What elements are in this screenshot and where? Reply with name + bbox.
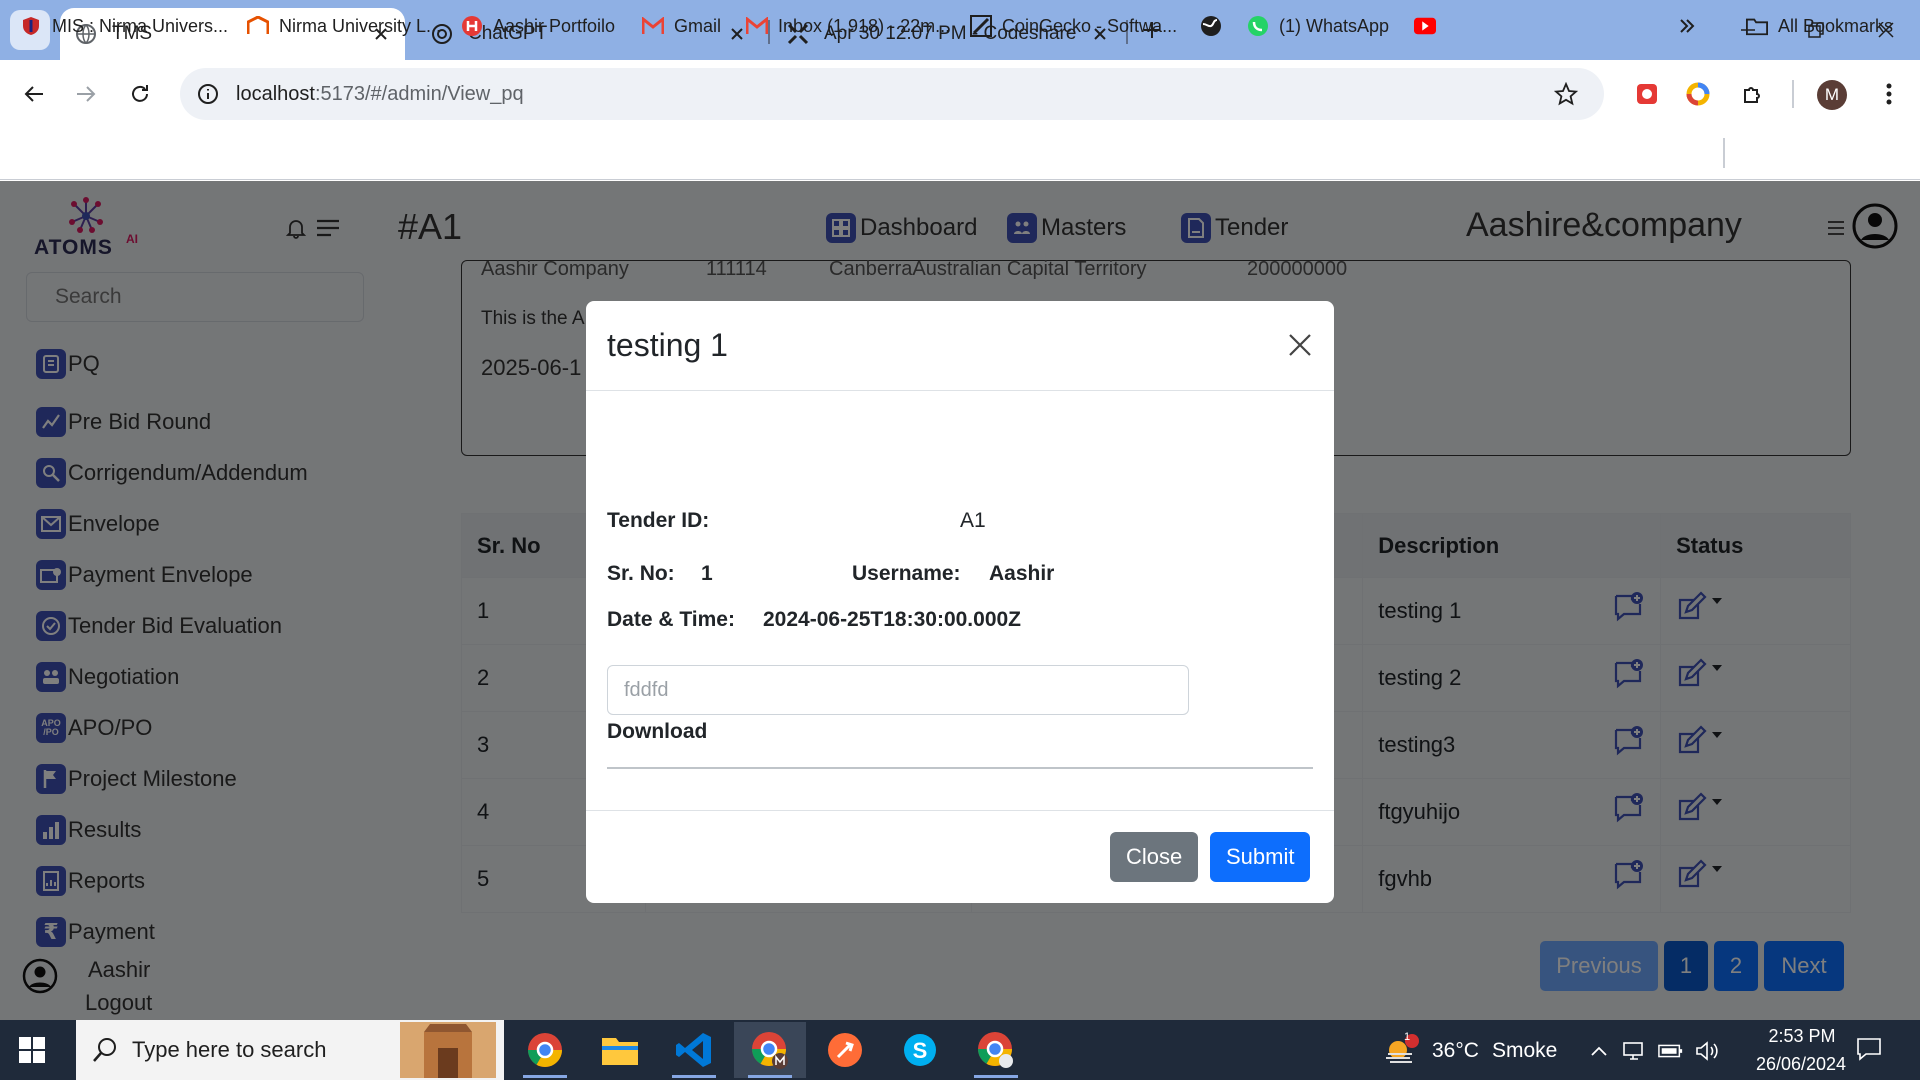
bookmarks-divider bbox=[1723, 138, 1725, 168]
taskbar-chrome-profile-2[interactable] bbox=[960, 1022, 1032, 1078]
taskbar-search-placeholder: Type here to search bbox=[132, 1037, 327, 1062]
chevron-up-icon[interactable] bbox=[1586, 1038, 1612, 1064]
reload-button[interactable] bbox=[124, 78, 156, 110]
gmail-icon bbox=[746, 15, 768, 37]
back-button[interactable] bbox=[18, 78, 50, 110]
submit-button[interactable]: Submit bbox=[1210, 832, 1311, 882]
chrome-profile-icon bbox=[752, 1032, 788, 1069]
weather-condition: Smoke bbox=[1492, 1039, 1558, 1062]
postman-icon bbox=[828, 1033, 862, 1067]
notification-icon[interactable] bbox=[1856, 1036, 1882, 1062]
bookmarks-bar bbox=[0, 128, 1920, 180]
bookmarks-overflow-button[interactable] bbox=[1676, 12, 1708, 40]
forward-button[interactable] bbox=[70, 78, 102, 110]
sr-no-label: Sr. No: bbox=[607, 562, 675, 585]
extension-red-icon[interactable] bbox=[1631, 78, 1663, 110]
site-info-icon[interactable] bbox=[190, 76, 226, 112]
svg-text:S: S bbox=[913, 1038, 928, 1063]
bookmark-whatsapp[interactable]: (1) WhatsApp bbox=[1247, 12, 1389, 40]
network-icon[interactable] bbox=[1622, 1038, 1648, 1064]
taskbar-postman[interactable] bbox=[809, 1022, 881, 1078]
coingecko-icon bbox=[970, 15, 992, 37]
folder-icon bbox=[602, 1038, 638, 1065]
download-link[interactable]: Download bbox=[607, 720, 707, 744]
reload-icon bbox=[132, 85, 148, 102]
whatsapp-icon bbox=[1247, 15, 1269, 37]
shield-logo-icon bbox=[20, 15, 42, 37]
url-text: localhost:5173/#/admin/View_pq bbox=[236, 82, 524, 105]
bookmark-star-icon[interactable] bbox=[1552, 80, 1580, 108]
sr-no-value: 1 bbox=[701, 562, 713, 585]
datetime-label: Date & Time: bbox=[607, 608, 735, 631]
arrow-right-icon bbox=[77, 86, 96, 102]
taskbar-chrome-profile-m[interactable] bbox=[734, 1022, 806, 1078]
bookmark-youtube[interactable] bbox=[1414, 12, 1446, 40]
toolbar-divider bbox=[1792, 80, 1794, 108]
address-bar[interactable]: localhost:5173/#/admin/View_pq bbox=[180, 68, 1604, 120]
extension-color-ring-icon[interactable] bbox=[1682, 78, 1714, 110]
search-highlight-petra-icon bbox=[400, 1022, 496, 1078]
details-modal: testing 1 Tender ID: A1 Sr. No: 1 Userna… bbox=[586, 301, 1334, 903]
nirma-logo-icon bbox=[247, 15, 269, 37]
speaker-icon[interactable] bbox=[1694, 1038, 1720, 1064]
tender-id-value: A1 bbox=[960, 509, 986, 532]
bookmark-coingecko[interactable]: CoinGecko - Softwa... bbox=[970, 12, 1177, 40]
taskbar-skype[interactable]: S bbox=[884, 1022, 956, 1078]
close-icon[interactable] bbox=[1284, 329, 1316, 361]
modal-title: testing 1 bbox=[607, 327, 728, 363]
vscode-icon bbox=[676, 1033, 711, 1067]
clock-time[interactable]: 2:53 PM bbox=[1754, 1026, 1850, 1047]
arrow-left-icon bbox=[24, 86, 43, 102]
gmail-icon bbox=[642, 15, 664, 37]
clock-date[interactable]: 26/06/2024 bbox=[1736, 1054, 1866, 1075]
taskbar-chrome[interactable] bbox=[509, 1022, 581, 1078]
globe-icon bbox=[1200, 15, 1222, 37]
youtube-icon bbox=[1414, 15, 1436, 37]
bookmark-inbox[interactable]: Inbox (1,918) - 22m... bbox=[746, 12, 950, 40]
portfolio-logo-icon bbox=[461, 15, 483, 37]
modal-header: testing 1 bbox=[586, 301, 1334, 391]
profile-avatar[interactable]: M bbox=[1817, 80, 1847, 110]
bookmark-portfolio[interactable]: Aashir Portfoilo bbox=[461, 12, 615, 40]
folder-icon bbox=[1746, 15, 1768, 37]
close-button[interactable]: Close bbox=[1110, 832, 1199, 882]
bookmark-mis[interactable]: MIS : Nirma Univers... bbox=[20, 12, 228, 40]
battery-icon[interactable] bbox=[1658, 1038, 1684, 1064]
remark-input[interactable] bbox=[607, 665, 1189, 715]
taskbar-vscode[interactable] bbox=[658, 1022, 730, 1078]
bookmark-globe[interactable] bbox=[1200, 12, 1232, 40]
username-label: Username: bbox=[852, 562, 961, 585]
browser-menu-kebab-icon[interactable] bbox=[1873, 78, 1905, 110]
weather-badge: 1 bbox=[1404, 1031, 1411, 1043]
windows-start-icon[interactable] bbox=[18, 1036, 46, 1064]
weather-temperature: 36°C bbox=[1432, 1039, 1479, 1062]
username-value: Aashir bbox=[989, 562, 1055, 585]
double-chevron-right-icon bbox=[1676, 15, 1698, 37]
extensions-puzzle-icon[interactable] bbox=[1737, 78, 1769, 110]
taskbar-search-box[interactable]: Type here to search bbox=[76, 1020, 504, 1080]
chrome-icon bbox=[528, 1033, 562, 1067]
taskbar-file-explorer[interactable] bbox=[584, 1022, 656, 1078]
all-bookmarks-button[interactable]: All Bookmarks bbox=[1746, 12, 1893, 40]
modal-divider bbox=[607, 767, 1313, 769]
tender-id-label: Tender ID: bbox=[607, 509, 710, 532]
datetime-value: 2024-06-25T18:30:00.000Z bbox=[763, 608, 1022, 631]
search-icon bbox=[93, 1038, 116, 1062]
weather-sun-icon[interactable] bbox=[1384, 1034, 1420, 1066]
bookmark-gmail[interactable]: Gmail bbox=[642, 12, 721, 40]
chrome-profile-icon bbox=[978, 1032, 1013, 1068]
bookmark-nirma[interactable]: Nirma University L... bbox=[247, 12, 441, 40]
skype-icon: S bbox=[904, 1034, 936, 1066]
